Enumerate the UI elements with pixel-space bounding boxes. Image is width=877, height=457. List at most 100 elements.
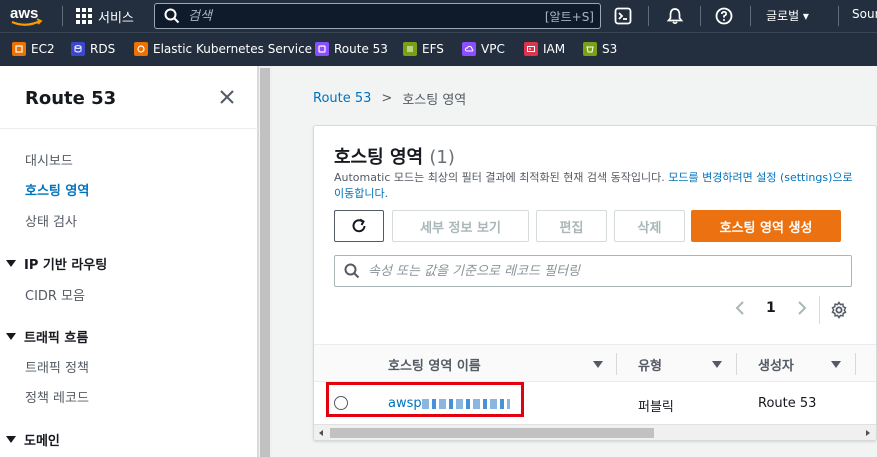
grid-icon xyxy=(76,8,92,24)
global-search[interactable]: [알트+S] xyxy=(154,3,601,29)
sidebar-item-health-checks[interactable]: 상태 검사 xyxy=(25,211,77,230)
favorite-label: VPC xyxy=(481,42,505,56)
favorite-label: EFS xyxy=(422,42,444,56)
close-icon[interactable] xyxy=(218,88,236,106)
nav-divider xyxy=(62,6,63,26)
favorite-ec2[interactable]: EC2 xyxy=(12,42,55,56)
favorite-label: IAM xyxy=(543,42,566,56)
services-menu-button[interactable]: 서비스 xyxy=(76,6,134,26)
efs-icon xyxy=(403,42,417,56)
scroll-left-arrow-icon[interactable] xyxy=(319,430,323,436)
region-selector[interactable]: 글로벌 ▾ xyxy=(766,7,809,24)
services-label: 서비스 xyxy=(98,10,134,26)
sidebar-section-ip-routing[interactable]: IP 기반 라우팅 xyxy=(6,254,107,273)
table-header: 호스팅 영역 이름 유형 생성자 xyxy=(314,344,876,382)
favorite-eks[interactable]: Elastic Kubernetes Service xyxy=(134,42,312,56)
sidebar-section-domains[interactable]: 도메인 xyxy=(6,430,60,449)
favorite-vpc[interactable]: VPC xyxy=(462,42,505,56)
favorite-label: Elastic Kubernetes Service xyxy=(153,42,313,56)
column-divider[interactable] xyxy=(616,353,617,375)
favorite-s3[interactable]: S3 xyxy=(583,42,617,56)
edit-button[interactable]: 편집 xyxy=(536,210,607,242)
sort-caret-icon[interactable] xyxy=(593,361,603,368)
panel-description-text: Automatic 모드는 최상의 필터 결과에 최적화된 현재 검색 동작입니… xyxy=(334,171,669,184)
notifications-button[interactable] xyxy=(664,5,686,27)
cloudshell-button[interactable] xyxy=(612,5,634,27)
aws-logo[interactable]: aws xyxy=(8,4,48,28)
sidebar-title[interactable]: Route 53 xyxy=(25,88,116,109)
panel-title: 호스팅 영역 (1) xyxy=(334,143,455,169)
favorite-label: EC2 xyxy=(31,42,55,56)
sidebar-divider xyxy=(0,128,258,129)
scroll-right-arrow-icon[interactable] xyxy=(866,430,870,436)
cell-created-by: Route 53 xyxy=(758,396,817,411)
hosted-zones-panel: 호스팅 영역 (1) Automatic 모드는 최상의 필터 결과에 최적화된… xyxy=(313,125,877,441)
favorite-route53[interactable]: Route 53 xyxy=(315,42,388,56)
sidebar-scrollbar-thumb[interactable] xyxy=(260,68,270,457)
favorite-rds[interactable]: RDS xyxy=(71,42,115,56)
favorite-efs[interactable]: EFS xyxy=(403,42,444,56)
favorite-label: RDS xyxy=(90,42,116,56)
account-menu[interactable]: Sour xyxy=(852,7,877,21)
column-divider[interactable] xyxy=(736,353,737,375)
vpc-icon xyxy=(462,42,476,56)
refresh-icon xyxy=(352,218,366,233)
search-icon xyxy=(164,8,180,24)
s3-icon xyxy=(583,42,597,56)
view-details-button[interactable]: 세부 정보 보기 xyxy=(392,210,529,242)
table-horizontal-scrollbar[interactable] xyxy=(314,424,876,440)
sort-caret-icon[interactable] xyxy=(712,361,722,368)
panel-description: Automatic 모드는 최상의 필터 결과에 최적화된 현재 검색 동작입니… xyxy=(334,170,854,202)
create-hosted-zone-button[interactable]: 호스팅 영역 생성 xyxy=(691,210,841,242)
column-header-created-by[interactable]: 생성자 xyxy=(758,355,794,374)
sidebar: Route 53 대시보드 호스팅 영역 상태 검사 IP 기반 라우팅 CID… xyxy=(0,66,258,457)
refresh-button[interactable] xyxy=(334,210,384,242)
aws-logo-text: aws xyxy=(10,5,38,22)
sidebar-item-cidr-collections[interactable]: CIDR 모음 xyxy=(25,285,85,304)
pagination: 1 xyxy=(734,300,808,316)
gear-icon[interactable] xyxy=(830,301,848,319)
sidebar-section-label: 도메인 xyxy=(24,434,60,449)
breadcrumb-route53-link[interactable]: Route 53 xyxy=(313,91,371,106)
nav-divider xyxy=(648,6,649,26)
search-input[interactable] xyxy=(188,8,548,24)
search-icon xyxy=(344,263,360,279)
caret-down-icon xyxy=(6,260,16,267)
delete-button[interactable]: 삭제 xyxy=(614,210,685,242)
column-header-type[interactable]: 유형 xyxy=(638,355,662,374)
breadcrumb-separator: > xyxy=(381,91,393,106)
top-navigation: aws 서비스 [알트+S] xyxy=(0,0,877,32)
column-divider[interactable] xyxy=(855,353,856,375)
iam-icon xyxy=(524,42,538,56)
favorite-iam[interactable]: IAM xyxy=(524,42,565,56)
sidebar-item-hosted-zones[interactable]: 호스팅 영역 xyxy=(25,180,89,199)
highlight-box xyxy=(326,382,524,417)
help-icon xyxy=(715,7,733,25)
sidebar-item-dashboard[interactable]: 대시보드 xyxy=(25,150,73,169)
sort-caret-icon[interactable] xyxy=(831,361,841,368)
eks-icon xyxy=(134,42,148,56)
favorites-bar: EC2 RDS Elastic Kubernetes Service Route… xyxy=(0,32,877,66)
sidebar-item-traffic-policies[interactable]: 트래픽 정책 xyxy=(25,357,89,376)
ec2-icon xyxy=(12,42,26,56)
bell-icon xyxy=(666,8,684,25)
route53-icon xyxy=(315,42,329,56)
sidebar-section-label: 트래픽 흐름 xyxy=(24,331,89,346)
sidebar-section-traffic-flow[interactable]: 트래픽 흐름 xyxy=(6,327,88,346)
nav-divider xyxy=(750,6,751,26)
page-number[interactable]: 1 xyxy=(766,300,776,316)
filter-input[interactable] xyxy=(368,263,848,279)
sidebar-section-label: IP 기반 라우팅 xyxy=(24,258,108,273)
search-shortcut-hint: [알트+S] xyxy=(544,10,594,24)
breadcrumb: Route 53 > 호스팅 영역 xyxy=(313,89,466,108)
column-header-name[interactable]: 호스팅 영역 이름 xyxy=(388,355,481,374)
chevron-left-icon[interactable] xyxy=(734,300,746,316)
chevron-right-icon[interactable] xyxy=(796,300,808,316)
cell-type: 퍼블릭 xyxy=(638,400,674,415)
help-button[interactable] xyxy=(713,5,735,27)
scrollbar-thumb[interactable] xyxy=(330,428,654,438)
terminal-icon xyxy=(614,7,632,25)
sidebar-item-policy-records[interactable]: 정책 레코드 xyxy=(25,387,89,406)
record-filter[interactable] xyxy=(334,255,852,287)
pager-divider xyxy=(819,296,820,324)
